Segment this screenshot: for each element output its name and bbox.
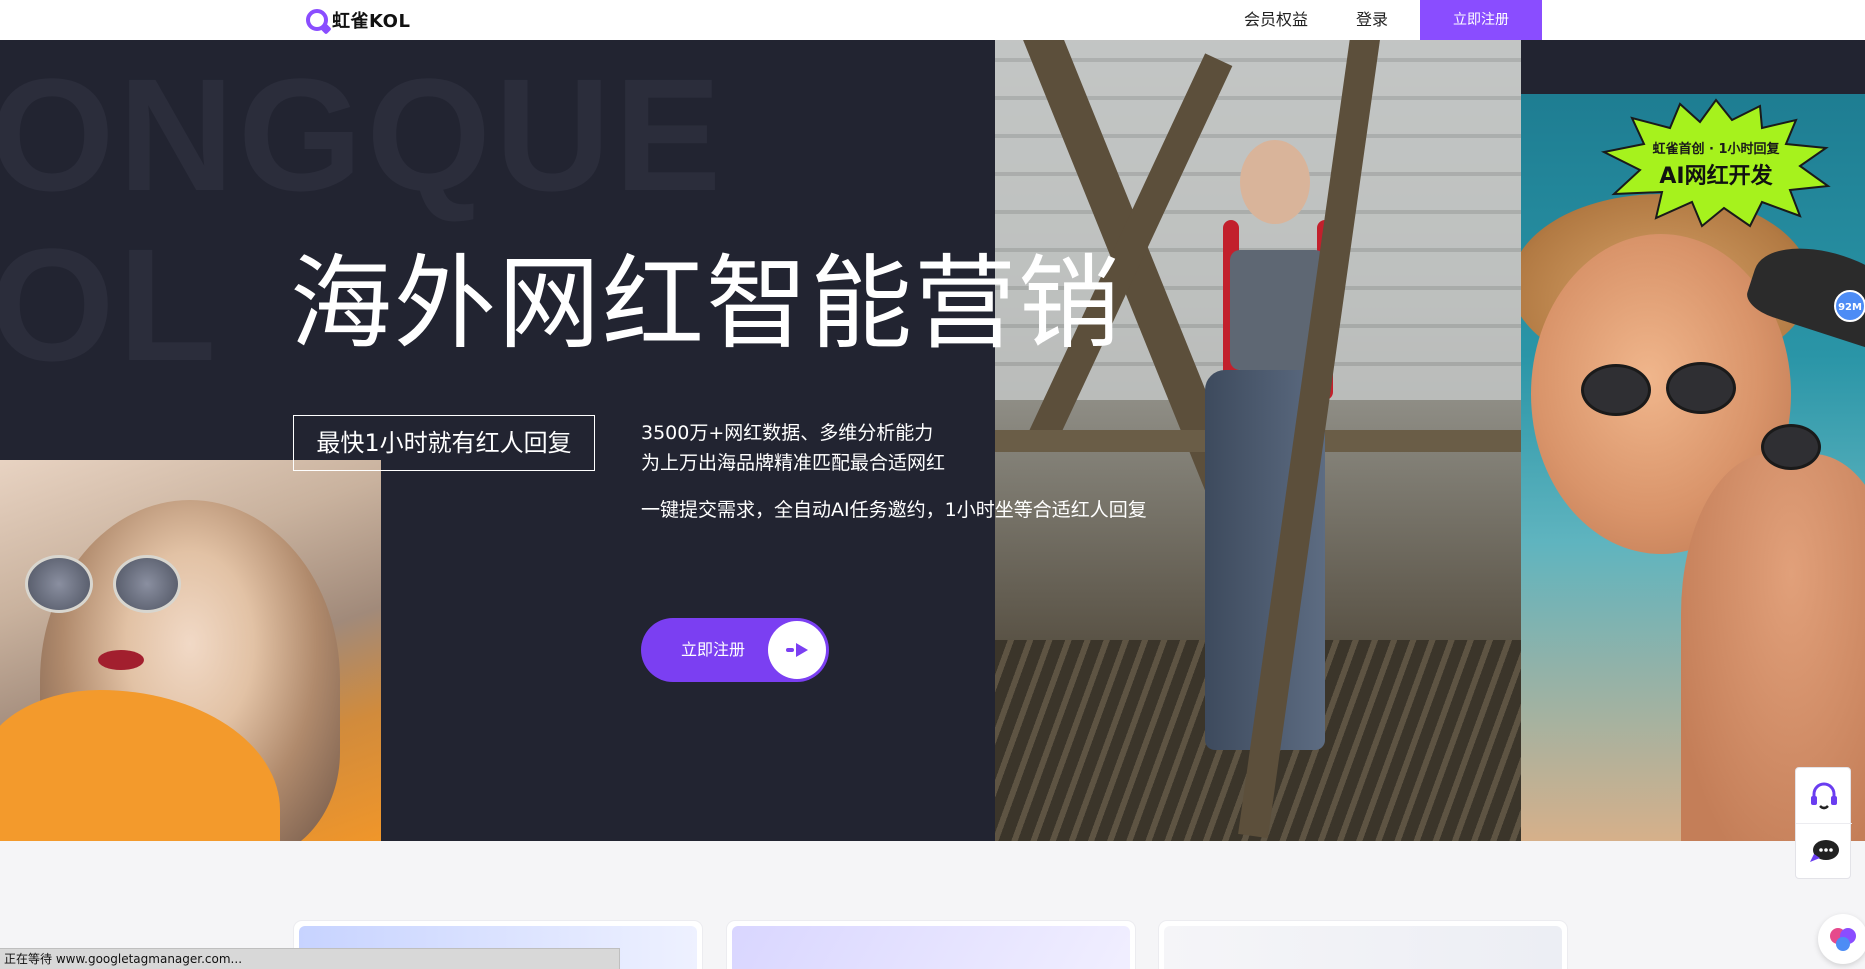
floating-toolbar — [1795, 767, 1852, 880]
site-logo[interactable]: 虹雀KOL — [306, 8, 410, 32]
browser-status-bar: 正在等待 www.googletagmanager.com... — [0, 948, 620, 969]
hero-desc-line-1: 3500万+网红数据、多维分析能力 — [641, 422, 934, 444]
hero-photo-woman-sunglasses — [0, 460, 381, 841]
arrow-right-icon — [786, 643, 808, 657]
chat-bubble-icon — [1810, 840, 1839, 862]
hero-tagline-box: 最快1小时就有红人回复 — [293, 415, 595, 471]
hero-section: ONGQUE OL 虹雀首创 · 1小时回复 AI网红开发 92M 海外网红智能… — [0, 40, 1865, 841]
promo-big-text: AI网红开发 — [1659, 164, 1773, 189]
hero-title: 海外网红智能营销 — [290, 245, 1122, 364]
nav-member-benefits[interactable]: 会员权益 — [1244, 0, 1308, 40]
cta-arrow-circle — [768, 621, 826, 679]
side-metric-badge[interactable]: 92M — [1834, 290, 1865, 322]
bg-letters-row-1: ONGQUE — [0, 45, 726, 224]
feature-card-3[interactable] — [1159, 921, 1567, 969]
hero-desc-line-2: 为上万出海品牌精准匹配最合适网红 — [641, 452, 946, 474]
logo-text: 虹雀KOL — [332, 11, 411, 32]
top-header: 虹雀KOL 会员权益 登录 立即注册 — [0, 0, 1865, 40]
cta-label: 立即注册 — [681, 640, 746, 659]
chat-button[interactable] — [1796, 824, 1852, 880]
customer-support-button[interactable] — [1796, 768, 1852, 824]
ai-assistant-button[interactable] — [1818, 914, 1865, 964]
promo-small-text: 虹雀首创 · 1小时回复 — [1652, 142, 1780, 157]
brain-icon — [1830, 928, 1856, 951]
headset-icon — [1811, 782, 1837, 810]
hero-register-button[interactable]: 立即注册 — [641, 618, 829, 682]
hero-desc-line-3: 一键提交需求，全自动AI任务邀约，1小时坐等合适红人回复 — [641, 499, 1147, 521]
hero-description: 3500万+网红数据、多维分析能力 为上万出海品牌精准匹配最合适网红 — [641, 418, 945, 478]
feature-card-2[interactable] — [727, 921, 1135, 969]
header-register-button[interactable]: 立即注册 — [1420, 0, 1542, 40]
hero-photo-woman-bridge — [995, 40, 1521, 841]
ai-promo-burst-badge[interactable]: 虹雀首创 · 1小时回复 AI网红开发 — [1600, 98, 1832, 228]
logo-mark-icon — [306, 9, 328, 31]
nav-login[interactable]: 登录 — [1356, 0, 1388, 40]
